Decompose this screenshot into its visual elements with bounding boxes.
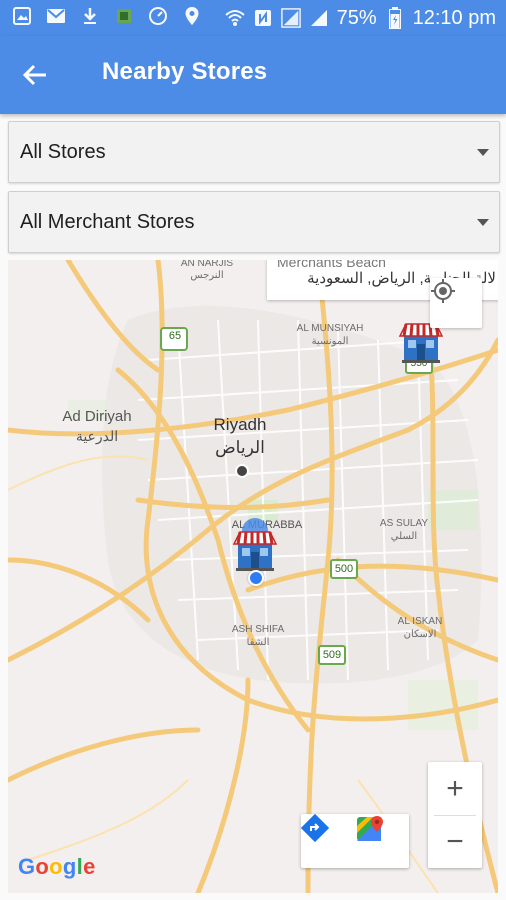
city-ad-diriyah: Ad Diriyah xyxy=(62,408,132,425)
district-an-narjis: AN NARJIS xyxy=(180,260,234,269)
district-as-sulay-ar: السلي xyxy=(390,531,418,542)
district-as-sulay: AS SULAY xyxy=(379,518,429,529)
district-an-narjis-ar: النرجس xyxy=(190,270,224,281)
zoom-controls: + − xyxy=(428,762,482,868)
road-shield-509: 509 xyxy=(322,649,342,661)
road-shield-500: 500 xyxy=(334,563,354,575)
district-al-munsiyah: AL MUNSIYAH xyxy=(296,323,364,334)
city-ad-diriyah-ar: الدرعية xyxy=(75,428,119,444)
directions-icon xyxy=(301,814,329,842)
store-type-dropdown[interactable]: All Stores xyxy=(8,121,500,183)
status-notifications xyxy=(12,6,202,26)
district-al-iskan: AL ISKAN xyxy=(397,616,443,627)
gallery-icon xyxy=(12,6,32,26)
map-view[interactable]: 65 550 500 509 AN NARJIS النرجس AL MUNSI… xyxy=(8,260,498,893)
download-icon xyxy=(80,6,100,26)
google-logo: Google xyxy=(18,854,96,879)
app-bar: Nearby Stores xyxy=(0,36,506,114)
my-location-button[interactable] xyxy=(430,278,482,328)
dashboard-icon xyxy=(148,6,168,26)
district-al-iskan-ar: الاسكان xyxy=(403,629,437,640)
city-riyadh: Riyadh xyxy=(213,415,267,434)
district-ash-shifa: ASH SHIFA xyxy=(231,624,285,635)
zoom-in-button[interactable]: + xyxy=(428,762,482,815)
crosshair-icon xyxy=(431,279,455,303)
chevron-down-icon xyxy=(477,219,489,226)
road-shield-65: 65 xyxy=(168,330,182,342)
map-toolbar xyxy=(301,814,409,868)
merchant-type-dropdown[interactable]: All Merchant Stores xyxy=(8,191,500,253)
signal-icon-2 xyxy=(309,8,329,28)
battery-percent: 75% xyxy=(336,7,377,29)
status-system: 75% 12:10 pm xyxy=(224,4,496,32)
clock: 12:10 pm xyxy=(412,7,496,29)
google-maps-icon xyxy=(357,816,383,841)
location-icon xyxy=(182,6,202,26)
battery-icon xyxy=(385,7,405,29)
nfc-icon xyxy=(253,8,273,28)
app-icon xyxy=(114,6,134,26)
merchant-type-value: All Merchant Stores xyxy=(20,211,195,233)
directions-button[interactable] xyxy=(301,814,355,868)
zoom-out-button[interactable]: − xyxy=(428,815,482,868)
email-icon xyxy=(46,6,66,26)
city-center-dot xyxy=(235,464,249,478)
back-button[interactable] xyxy=(18,58,52,92)
open-in-maps-button[interactable] xyxy=(355,814,409,868)
signal-icon xyxy=(280,8,301,28)
store-icon xyxy=(398,323,444,363)
chevron-down-icon xyxy=(477,149,489,156)
arrow-left-icon xyxy=(22,64,46,86)
my-location-dot xyxy=(248,570,264,586)
city-riyadh-ar: الرياض xyxy=(215,438,265,457)
store-type-value: All Stores xyxy=(20,141,106,163)
status-bar: 75% 12:10 pm xyxy=(0,0,506,36)
wifi-icon xyxy=(224,8,245,28)
district-ash-shifa-ar: الشفا xyxy=(246,637,270,648)
district-al-munsiyah-ar: المونسية xyxy=(311,336,349,347)
store-icon xyxy=(232,531,278,571)
page-title: Nearby Stores xyxy=(102,58,268,85)
